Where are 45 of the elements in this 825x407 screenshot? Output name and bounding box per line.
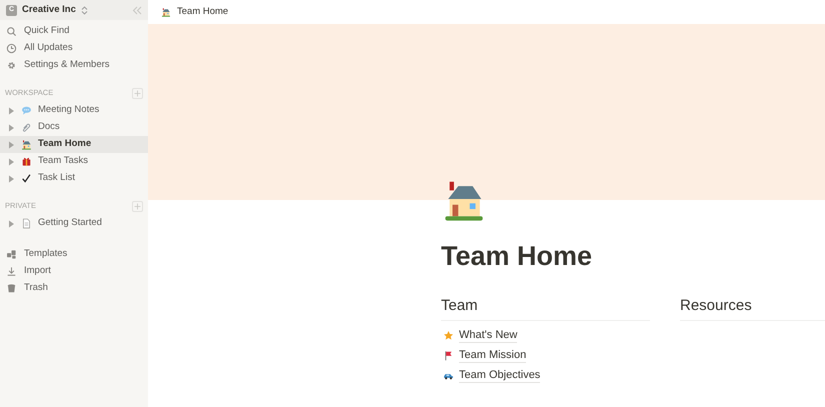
search-icon: [6, 26, 17, 37]
paperclip-icon: [21, 122, 32, 133]
expand-arrow-icon[interactable]: [8, 220, 15, 228]
collapse-sidebar-icon[interactable]: [132, 6, 142, 14]
chevron-updown-icon: [80, 6, 88, 14]
page-link[interactable]: Team Objectives: [459, 368, 540, 382]
trash-icon: [6, 283, 17, 294]
add-page-icon[interactable]: [132, 88, 143, 98]
expand-arrow-icon[interactable]: [8, 174, 15, 182]
clock-icon: [6, 43, 17, 54]
page-item[interactable]: Getting Started: [0, 215, 148, 232]
settings-icon: [6, 60, 17, 71]
expand-arrow-icon[interactable]: [8, 140, 15, 148]
house-icon: [161, 7, 171, 17]
sidebar-nav-item[interactable]: Import: [0, 263, 148, 280]
breadcrumb[interactable]: Team Home: [161, 4, 228, 20]
column-heading: Team: [441, 295, 650, 321]
sidebar-nav-item[interactable]: Trash: [0, 280, 148, 297]
workspace-name: Creative Inc: [22, 2, 76, 17]
document-icon: [21, 218, 32, 229]
expand-arrow-icon[interactable]: [8, 124, 15, 132]
page-item[interactable]: Task List: [0, 170, 148, 187]
templates-icon: [6, 249, 17, 260]
column-heading: Resources: [680, 295, 825, 321]
page-item[interactable]: Team Tasks: [0, 153, 148, 170]
page-link[interactable]: What's New: [459, 328, 518, 342]
page-title: Team Home: [441, 240, 594, 273]
page-item[interactable]: Meeting Notes: [0, 102, 148, 119]
checkmark-icon: [21, 173, 32, 184]
sidebar-nav-item[interactable]: Templates: [0, 246, 148, 263]
expand-arrow-icon[interactable]: [8, 106, 15, 114]
sidebar-nav-item[interactable]: All Updates: [0, 40, 148, 57]
sidebar-nav-item[interactable]: Quick Find: [0, 23, 148, 40]
gift-icon: [21, 156, 32, 167]
flag-icon: [443, 350, 454, 360]
add-page-icon[interactable]: [132, 200, 143, 212]
page-link[interactable]: Team Mission: [459, 348, 526, 362]
star-icon: [443, 330, 454, 340]
expand-arrow-icon[interactable]: [8, 158, 15, 166]
house-icon: [21, 139, 32, 150]
page-item[interactable]: Team Home: [0, 136, 148, 153]
speech-bubble-icon: [21, 105, 32, 116]
download-icon: [6, 266, 17, 277]
page-item[interactable]: Docs: [0, 119, 148, 136]
sidebar-nav-item[interactable]: Settings & Members: [0, 57, 148, 74]
